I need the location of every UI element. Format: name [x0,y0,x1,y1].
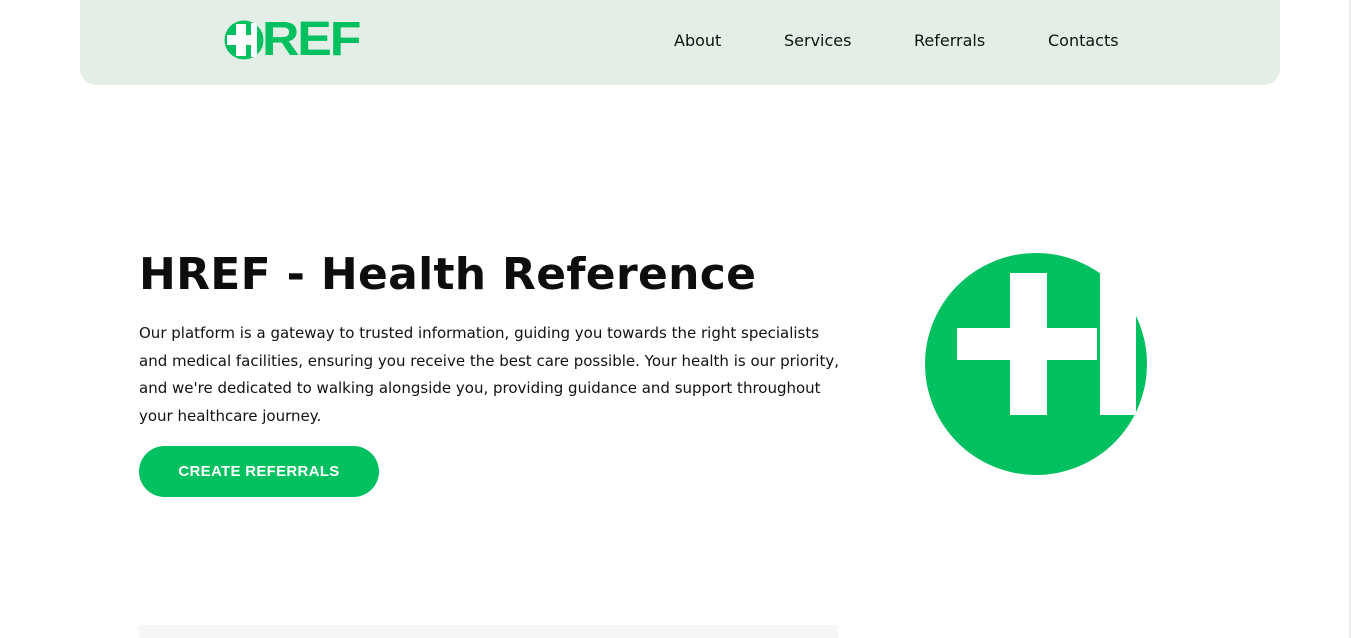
hero-description: Our platform is a gateway to trusted inf… [139,324,839,425]
create-referrals-button[interactable]: CREATE REFERRALS [139,446,379,497]
hero-title: HREF - Health Reference [139,249,757,300]
plus-h-icon [925,253,1147,475]
next-section-preview [139,625,838,638]
main-nav: About Services Referrals Contacts [80,31,1280,53]
nav-link-referrals[interactable]: Referrals [914,31,985,50]
site-header: REF About Services Referrals Contacts [80,0,1280,85]
nav-link-services[interactable]: Services [784,31,851,50]
nav-link-contacts[interactable]: Contacts [1048,31,1119,50]
nav-link-about[interactable]: About [674,31,721,50]
